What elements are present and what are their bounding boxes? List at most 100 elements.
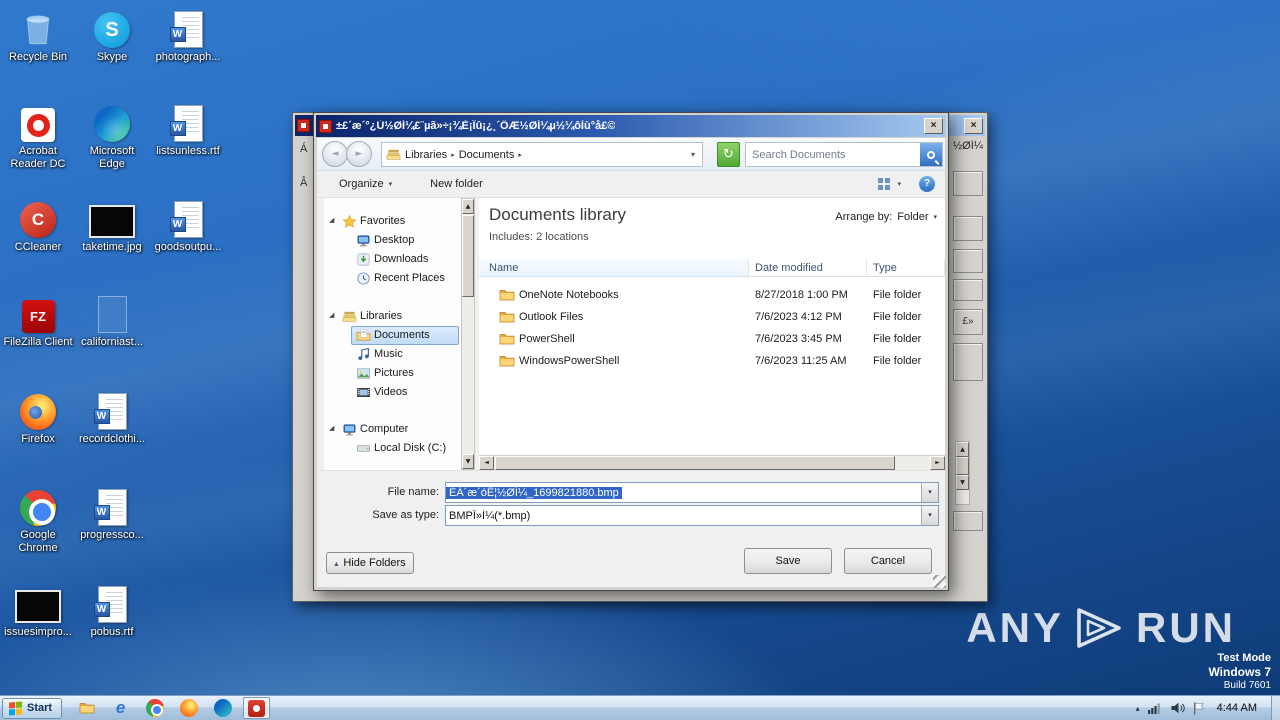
expander-icon[interactable]: ◢ bbox=[329, 216, 334, 224]
horizontal-scrollbar[interactable]: ◄ ► bbox=[479, 455, 945, 470]
side-panel-button[interactable] bbox=[953, 171, 983, 196]
tree-item-documents[interactable]: Documents bbox=[324, 326, 461, 345]
tree-item-recent-places[interactable]: Recent Places bbox=[324, 269, 461, 288]
scroll-right-icon[interactable]: ► bbox=[930, 456, 945, 470]
desktop-icon-taketime[interactable]: taketime.jpg bbox=[76, 196, 148, 254]
close-icon[interactable]: × bbox=[924, 118, 943, 134]
desktop-icon-edge[interactable]: Microsoft Edge bbox=[76, 100, 148, 171]
taskbar-screenshot-app-button[interactable] bbox=[243, 697, 271, 719]
desktop-icon-pobus[interactable]: W pobus.rtf bbox=[76, 581, 148, 639]
file-name-combo[interactable]: ÉÁ´æ´óÊ¦½ØÍ¼_1699821880.bmp ▾ bbox=[445, 482, 939, 503]
taskbar-internet-explorer-button[interactable]: e bbox=[107, 697, 134, 719]
desktop-icon-listsunless[interactable]: W listsunless.rtf bbox=[152, 100, 224, 158]
tree-item-music[interactable]: Music bbox=[324, 345, 461, 364]
close-icon[interactable]: × bbox=[964, 117, 983, 134]
start-button[interactable]: Start bbox=[2, 697, 63, 719]
chevron-down-icon[interactable]: ▾ bbox=[921, 506, 938, 525]
tree-group-libraries[interactable]: ◢ Libraries bbox=[324, 307, 461, 326]
views-button[interactable]: ▾ bbox=[872, 175, 907, 193]
side-panel-button[interactable] bbox=[953, 216, 983, 241]
breadcrumb-item-libraries[interactable]: Libraries bbox=[405, 149, 447, 161]
scroll-up-icon[interactable]: ▲ bbox=[462, 199, 474, 214]
scrollbar-thumb[interactable] bbox=[495, 456, 895, 470]
taskbar-clock[interactable]: 4:44 AM bbox=[1213, 702, 1265, 714]
desktop-icon-acrobat[interactable]: Acrobat Reader DC bbox=[2, 100, 74, 171]
scrollbar-thumb[interactable] bbox=[956, 457, 969, 475]
desktop-icon-photograph[interactable]: W photograph... bbox=[152, 6, 224, 64]
chevron-down-icon[interactable]: ▾ bbox=[921, 483, 938, 502]
column-header-type[interactable]: Type bbox=[867, 259, 945, 277]
taskbar-chrome-button[interactable] bbox=[141, 697, 168, 719]
new-folder-button[interactable]: New folder bbox=[424, 175, 489, 193]
desktop-icon-firefox[interactable]: Firefox bbox=[2, 388, 74, 446]
organize-button[interactable]: Organize ▾ bbox=[333, 175, 398, 193]
side-panel-button[interactable] bbox=[953, 511, 983, 531]
hide-folders-button[interactable]: ▴ Hide Folders bbox=[326, 552, 414, 574]
scrollbar[interactable]: ▲ ▼ bbox=[955, 441, 970, 505]
scroll-left-icon[interactable]: ◄ bbox=[479, 456, 494, 470]
desktop-icon-chrome[interactable]: Google Chrome bbox=[2, 484, 74, 555]
scroll-up-icon[interactable]: ▲ bbox=[956, 442, 969, 457]
column-header-name[interactable]: Name bbox=[479, 259, 749, 277]
forward-button[interactable]: ► bbox=[346, 141, 372, 167]
arrange-by-control[interactable]: Arrange by: Folder ▾ bbox=[835, 211, 937, 223]
cancel-button[interactable]: Cancel bbox=[844, 548, 932, 574]
expander-icon[interactable]: ◢ bbox=[329, 424, 334, 432]
desktop-icon-progressco[interactable]: W progressco... bbox=[76, 484, 148, 542]
tree-item-videos[interactable]: Videos bbox=[324, 383, 461, 402]
file-name-value[interactable]: ÉÁ´æ´óÊ¦½ØÍ¼_1699821880.bmp bbox=[446, 486, 622, 499]
side-panel-button[interactable] bbox=[953, 279, 983, 301]
breadcrumb[interactable]: Libraries ▸ Documents ▸ ▾ bbox=[381, 142, 703, 167]
tree-item-local-disk[interactable]: Local Disk (C:) bbox=[324, 439, 461, 458]
expander-icon[interactable]: ◢ bbox=[329, 311, 334, 319]
save-as-type-combo[interactable]: BMPÎ»Í¼(*.bmp) ▾ bbox=[445, 505, 939, 526]
scrollbar-thumb[interactable] bbox=[462, 215, 474, 297]
desktop-icon-recycle-bin[interactable]: Recycle Bin bbox=[2, 6, 74, 64]
volume-icon[interactable] bbox=[1170, 702, 1185, 714]
taskbar-firefox-button[interactable] bbox=[175, 697, 202, 719]
save-as-type-value[interactable]: BMPÎ»Í¼(*.bmp) bbox=[446, 510, 533, 522]
tree-group-favorites[interactable]: ◢ Favorites bbox=[324, 212, 461, 231]
tree-group-computer[interactable]: ◢ Computer bbox=[324, 420, 461, 439]
file-row-outlook-files[interactable]: Outlook Files 7/6/2023 4:12 PM File fold… bbox=[479, 306, 945, 328]
chevron-down-icon[interactable]: ▾ bbox=[688, 150, 698, 159]
breadcrumb-item-documents[interactable]: Documents bbox=[459, 149, 515, 161]
refresh-button[interactable]: ↻ bbox=[717, 142, 740, 167]
side-panel-button[interactable]: £» bbox=[953, 309, 983, 335]
desktop-icon-filezilla[interactable]: FZ FileZilla Client bbox=[2, 291, 74, 349]
desktop-icon-ccleaner[interactable]: C CCleaner bbox=[2, 196, 74, 254]
show-desktop-button[interactable] bbox=[1271, 695, 1280, 720]
desktop-icon-goodsoutpu[interactable]: W goodsoutpu... bbox=[152, 196, 224, 254]
tree-item-desktop[interactable]: Desktop bbox=[324, 231, 461, 250]
column-header-modified[interactable]: Date modified bbox=[749, 259, 867, 277]
search-input[interactable] bbox=[746, 148, 920, 161]
file-row-powershell[interactable]: PowerShell 7/6/2023 3:45 PM File folder bbox=[479, 328, 945, 350]
arrange-by-value[interactable]: Folder bbox=[897, 211, 928, 223]
desktop-icon-californiast[interactable]: californiast... bbox=[76, 291, 148, 349]
back-button[interactable]: ◄ bbox=[322, 141, 348, 167]
desktop-icon-skype[interactable]: S Skype bbox=[76, 6, 148, 64]
desktop-icon-label: issuesimpro... bbox=[4, 626, 72, 638]
help-button[interactable]: ? bbox=[919, 176, 935, 192]
desktop-icon-issuesimpro[interactable]: issuesimpro... bbox=[2, 581, 74, 639]
network-icon[interactable] bbox=[1148, 702, 1162, 714]
hidden-icons-chevron[interactable]: ▴ bbox=[1136, 704, 1140, 713]
desktop-icon-recordclothi[interactable]: W recordclothi... bbox=[76, 388, 148, 446]
flag-icon[interactable] bbox=[1193, 702, 1205, 715]
search-button[interactable] bbox=[920, 143, 942, 166]
search-box[interactable] bbox=[745, 142, 943, 167]
taskbar-explorer-button[interactable] bbox=[73, 697, 100, 719]
dialog-titlebar[interactable]: ±£´æ´°¿Ú½ØÍ¼£¨µã»÷¡¾È¡Ïû¡¿¸´ÖÆ½ØÍ¼µ½¼ôÌù… bbox=[316, 115, 946, 137]
scroll-down-icon[interactable]: ▼ bbox=[956, 475, 969, 490]
scroll-down-icon[interactable]: ▼ bbox=[462, 454, 474, 469]
tree-scrollbar[interactable]: ▲ ▼ bbox=[461, 198, 475, 470]
taskbar-edge-button[interactable] bbox=[209, 697, 236, 719]
file-row-onenote-notebooks[interactable]: OneNote Notebooks 8/27/2018 1:00 PM File… bbox=[479, 284, 945, 306]
tree-item-pictures[interactable]: Pictures bbox=[324, 364, 461, 383]
side-panel-button[interactable] bbox=[953, 343, 983, 381]
resize-grip[interactable] bbox=[933, 575, 946, 588]
file-row-windowspowershell[interactable]: WindowsPowerShell 7/6/2023 11:25 AM File… bbox=[479, 350, 945, 372]
save-button[interactable]: Save bbox=[744, 548, 832, 574]
side-panel-button[interactable] bbox=[953, 249, 983, 273]
tree-item-downloads[interactable]: Downloads bbox=[324, 250, 461, 269]
